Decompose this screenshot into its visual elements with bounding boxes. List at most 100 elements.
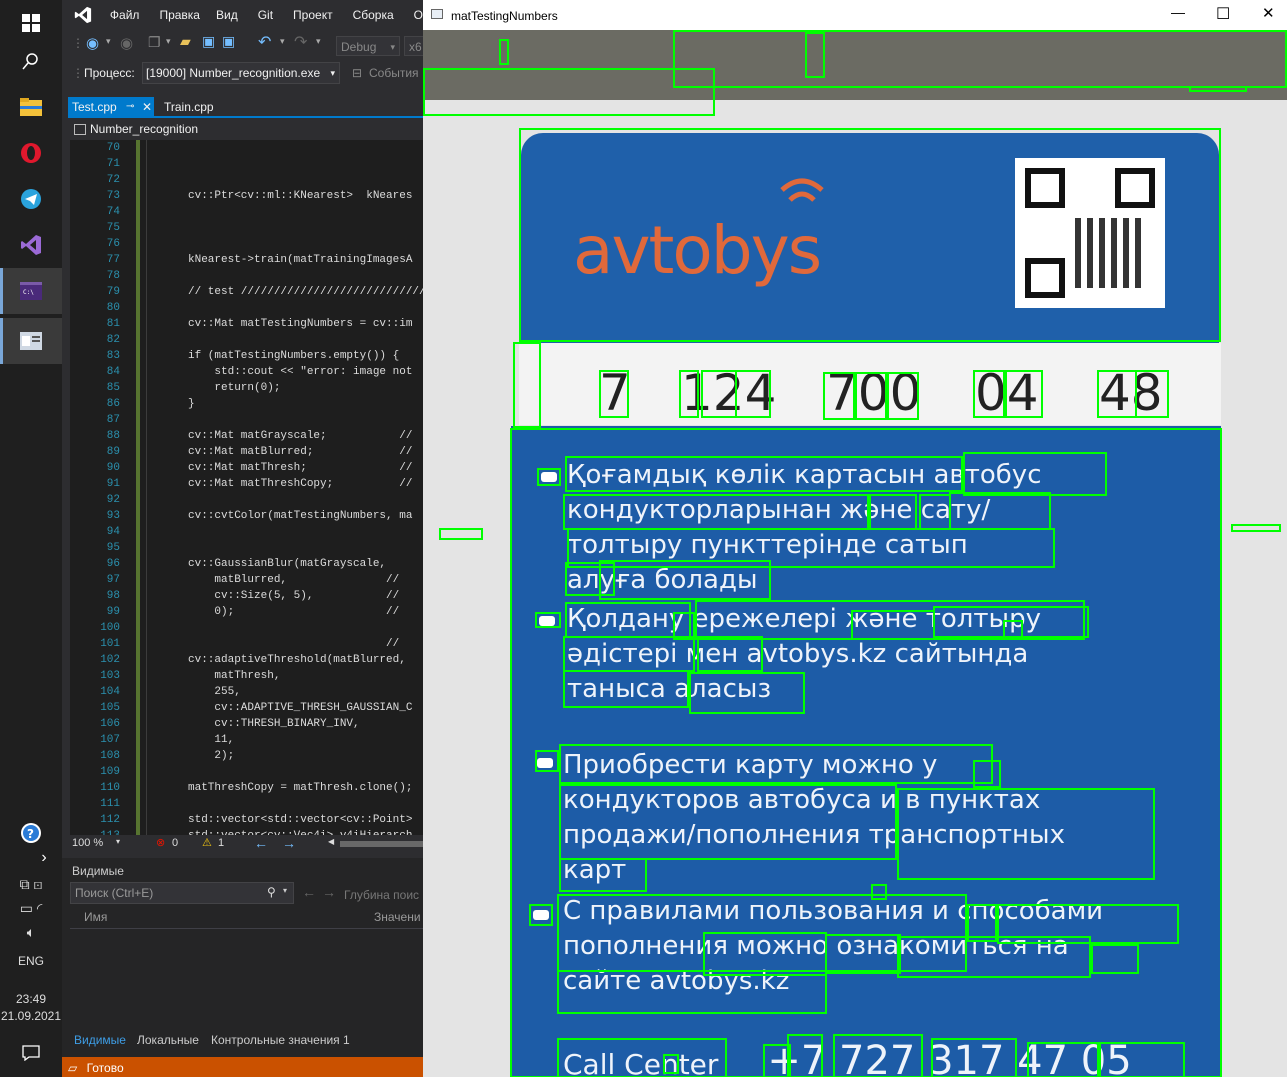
process-select[interactable]: [19000] Number_recognition.exe ▾ xyxy=(142,62,340,84)
line-number: 95 xyxy=(106,542,120,554)
back-icon[interactable]: ◉ xyxy=(86,34,99,52)
events-icon[interactable]: ⊟ xyxy=(352,66,362,80)
new-item-icon[interactable]: ❐ xyxy=(148,34,161,51)
zoom-level[interactable]: 100 % xyxy=(72,837,103,849)
code-line[interactable]: 11, xyxy=(188,734,234,746)
search-input[interactable]: Поиск (Ctrl+E) ⚲ ▾ xyxy=(70,882,294,904)
phone-link-icon[interactable]: ⧉ xyxy=(20,876,30,892)
search-icon[interactable]: ⚲ xyxy=(267,885,276,899)
show-hidden-icons-button[interactable]: › xyxy=(0,838,62,878)
prev-issue-icon[interactable]: ← xyxy=(254,835,268,851)
battery-icon[interactable]: ▭ xyxy=(20,900,33,916)
screenshot-icon[interactable]: ⊡ xyxy=(33,876,42,892)
code-line[interactable]: cv::Mat matTestingNumbers = cv::im xyxy=(188,318,412,330)
code-line[interactable]: matBlurred, // xyxy=(188,574,399,586)
volume-icon[interactable]: 🔈︎ xyxy=(0,924,62,941)
clock-time[interactable]: 23:49 xyxy=(0,992,62,1006)
code-line[interactable]: cv::Mat matThreshCopy; // xyxy=(188,478,412,490)
clock-date[interactable]: 21.09.2021 xyxy=(0,1009,62,1023)
menu-edit[interactable]: Правка xyxy=(159,8,200,22)
tab-autos[interactable]: Видимые xyxy=(74,1033,126,1047)
wifi-icon[interactable]: ◜ xyxy=(37,900,42,916)
configuration-select[interactable]: Debug ▾ xyxy=(336,36,400,56)
code-line[interactable]: 255, xyxy=(188,686,240,698)
events-label[interactable]: События xyxy=(369,66,419,80)
code-line[interactable]: std::cout << "error: image not xyxy=(188,366,412,378)
notifications-button[interactable] xyxy=(0,1030,62,1076)
search-depth-label[interactable]: Глубина поис xyxy=(344,888,419,902)
zoom-dropdown-icon[interactable]: ▾ xyxy=(116,837,120,846)
code-line[interactable]: std::vector<std::vector<cv::Point> xyxy=(188,814,412,826)
search-button[interactable] xyxy=(0,38,62,84)
code-line[interactable]: return(0); xyxy=(188,382,280,394)
undo-dropdown-icon[interactable]: ▾ xyxy=(280,36,285,47)
tab-watch[interactable]: Контрольные значения 1 xyxy=(211,1033,350,1047)
code-line[interactable]: cv::Size(5, 5), // xyxy=(188,590,399,602)
search-dropdown-icon[interactable]: ▾ xyxy=(283,886,287,895)
code-line[interactable]: cv::Mat matGrayscale; // xyxy=(188,430,412,442)
redo-icon[interactable]: ↷ xyxy=(294,32,307,52)
file-explorer-button[interactable] xyxy=(0,84,62,130)
open-folder-icon[interactable]: ▰ xyxy=(180,33,191,50)
error-icon[interactable]: ⊗ xyxy=(156,836,165,849)
warning-count[interactable]: 1 xyxy=(218,837,224,849)
code-line[interactable]: 0); // xyxy=(188,606,399,618)
visual-studio-button[interactable] xyxy=(0,222,62,268)
search-back-icon[interactable]: ← xyxy=(302,884,316,900)
tab-locals[interactable]: Локальные xyxy=(137,1033,199,1047)
save-all-icon[interactable]: ▣ xyxy=(222,33,235,50)
code-line[interactable]: matThresh, xyxy=(188,670,280,682)
platform-select[interactable]: x6 xyxy=(404,36,423,56)
redo-dropdown-icon[interactable]: ▾ xyxy=(316,36,321,47)
menu-build[interactable]: Сборка xyxy=(353,8,394,22)
back-dropdown-icon[interactable]: ▾ xyxy=(106,36,111,47)
menu-more[interactable]: О xyxy=(414,8,423,22)
scroll-left-icon[interactable]: ◀ xyxy=(328,837,334,846)
code-line[interactable]: // test //////////////////////////// xyxy=(188,286,423,298)
minimize-icon[interactable]: — xyxy=(1171,4,1185,20)
code-line[interactable]: cv::Ptr<cv::ml::KNearest> kNeares xyxy=(188,190,412,202)
code-line[interactable]: cv::ADAPTIVE_THRESH_GAUSSIAN_C xyxy=(188,702,412,714)
code-line[interactable]: cv::Mat matThresh; // xyxy=(188,462,412,474)
forward-icon[interactable]: ◉ xyxy=(120,34,133,52)
close-icon[interactable]: ✕ xyxy=(142,97,152,117)
next-issue-icon[interactable]: → xyxy=(282,835,296,851)
language-indicator[interactable]: ENG xyxy=(0,954,62,968)
opera-button[interactable] xyxy=(0,130,62,176)
new-dropdown-icon[interactable]: ▾ xyxy=(166,36,171,47)
pin-icon[interactable]: ⊸ xyxy=(126,97,134,117)
horizontal-scrollbar[interactable] xyxy=(340,841,423,847)
code-line[interactable]: cv::Mat matBlurred; // xyxy=(188,446,412,458)
warning-icon[interactable]: ⚠ xyxy=(202,836,212,849)
image-window-button[interactable] xyxy=(0,318,62,364)
code-line[interactable]: 2); xyxy=(188,750,234,762)
console-app-button[interactable]: C:\ xyxy=(0,268,62,314)
tab-test-cpp[interactable]: Test.cpp ⊸ ✕ xyxy=(68,97,154,117)
code-editor[interactable]: 70 71 72 73 cv::Ptr<cv::ml::KNearest> kNeare… xyxy=(70,140,423,835)
tab-train-cpp[interactable]: Train.cpp xyxy=(160,97,218,117)
code-line[interactable]: matThreshCopy = matThresh.clone(); xyxy=(188,782,412,794)
menu-git[interactable]: Git xyxy=(258,8,273,22)
code-line[interactable]: cv::GaussianBlur(matGrayscale, xyxy=(188,558,386,570)
save-icon[interactable]: ▣ xyxy=(202,33,215,50)
code-line[interactable]: // xyxy=(188,638,399,650)
menu-file[interactable]: Файл xyxy=(110,8,140,22)
code-line[interactable]: if (matTestingNumbers.empty()) { xyxy=(188,350,399,362)
code-line[interactable]: cv::cvtColor(matTestingNumbers, ma xyxy=(188,510,412,522)
col-value[interactable]: Значени xyxy=(374,910,421,924)
menu-view[interactable]: Вид xyxy=(216,8,238,22)
undo-icon[interactable]: ↶ xyxy=(258,32,271,52)
maximize-icon[interactable]: ☐ xyxy=(1216,4,1230,24)
col-name[interactable]: Имя xyxy=(84,910,107,924)
menu-project[interactable]: Проект xyxy=(293,8,333,22)
breadcrumb[interactable]: Number_recognition xyxy=(70,119,423,139)
telegram-button[interactable] xyxy=(0,176,62,222)
code-line[interactable]: cv::adaptiveThreshold(matBlurred, xyxy=(188,654,406,666)
close-icon[interactable]: ✕ xyxy=(1262,4,1275,22)
error-count[interactable]: 0 xyxy=(172,837,178,849)
code-line[interactable]: kNearest->train(matTrainingImagesA xyxy=(188,254,412,266)
search-forward-icon[interactable]: → xyxy=(322,884,336,900)
code-line[interactable]: } xyxy=(188,398,195,410)
code-line[interactable]: cv::THRESH_BINARY_INV, xyxy=(188,718,359,730)
code-line[interactable]: std::vector<cv::Vec4i> v4iHierarch xyxy=(188,830,412,835)
